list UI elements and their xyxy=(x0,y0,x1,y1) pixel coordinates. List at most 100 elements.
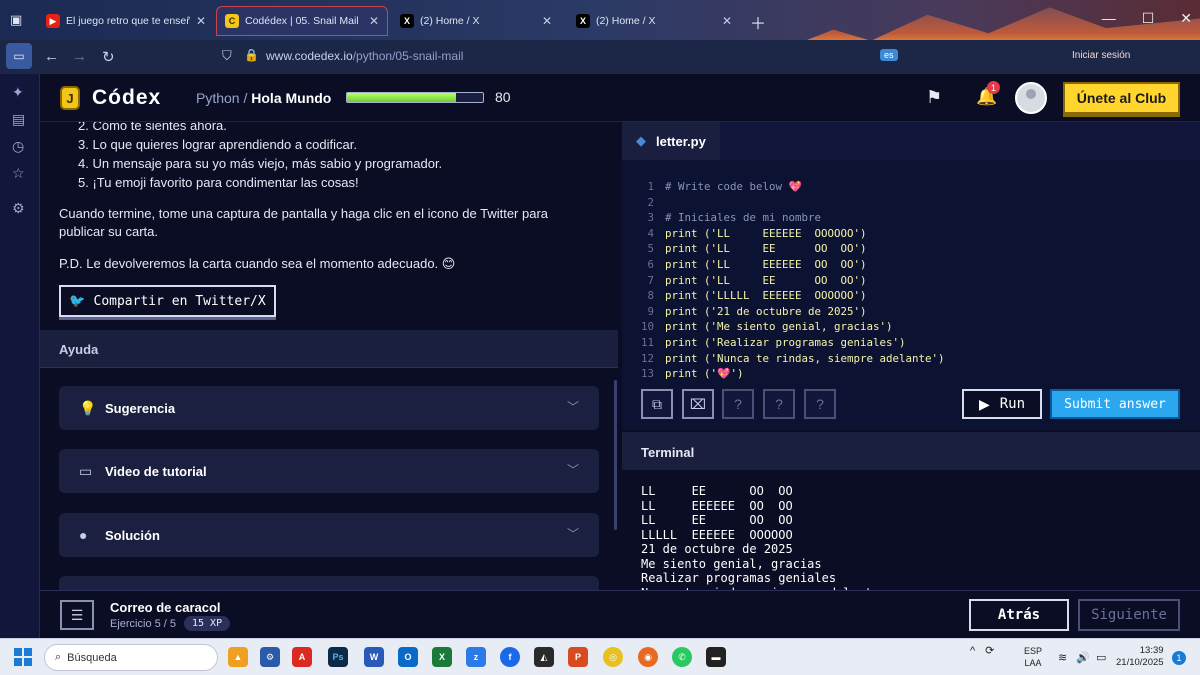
accordion-more[interactable] xyxy=(59,576,599,590)
settings-app-icon[interactable]: ⚙ xyxy=(260,647,280,667)
question-icon: ? xyxy=(775,396,783,412)
file-tab[interactable]: ◆ letter.py xyxy=(622,122,720,160)
code-line: 6 print ('LL EEEEEE OO OO') xyxy=(636,257,945,273)
clock[interactable]: 13:39 21/10/2025 xyxy=(1116,645,1164,669)
new-tab-icon[interactable]: ＋ xyxy=(750,10,766,34)
lang-code: ESP xyxy=(1024,646,1043,656)
vlc-icon[interactable]: ▲ xyxy=(228,647,248,667)
excel-icon[interactable]: X xyxy=(432,647,452,667)
next-button[interactable]: Siguiente xyxy=(1078,599,1180,631)
code-line: 8 print ('LLLLL EEEEEE OOOOOO') xyxy=(636,288,945,304)
code-text: print ('LLLLL EEEEEE OOOOOO') xyxy=(665,289,867,303)
run-button[interactable]: ▶ Run xyxy=(962,389,1042,419)
code-text: # Write code below 💖 xyxy=(665,180,802,193)
notification-center-badge[interactable]: 1 xyxy=(1172,651,1186,665)
shield-icon[interactable]: ⛉ xyxy=(222,48,232,64)
breadcrumb-current: Hola Mundo xyxy=(251,90,332,106)
exercise-title: Correo de caracol xyxy=(110,600,221,615)
photoshop-icon[interactable]: Ps xyxy=(328,647,348,667)
tab-youtube[interactable]: ▶ El juego retro que te enseña a p ✕ xyxy=(38,6,214,36)
tab-x-home-2[interactable]: X (2) Home / X ✕ xyxy=(568,6,740,36)
whatsapp-icon[interactable]: ✆ xyxy=(672,647,692,667)
locked-button[interactable]: ? xyxy=(722,389,754,419)
word-icon[interactable]: W xyxy=(364,647,384,667)
submit-answer-button[interactable]: Submit answer xyxy=(1050,389,1180,419)
back-arrow-icon[interactable]: ← xyxy=(44,48,59,65)
run-label: Run xyxy=(999,396,1026,412)
share-twitter-button[interactable]: 🐦 Compartir en Twitter/X xyxy=(59,285,276,317)
close-icon[interactable]: ✕ xyxy=(722,14,732,28)
windows-start-icon[interactable] xyxy=(14,648,32,666)
exercise-list-button[interactable]: ☰ xyxy=(60,600,94,630)
line-number: 9 xyxy=(647,304,654,318)
accordion-solution[interactable]: ● Solución ﹀ xyxy=(59,513,599,557)
firefox-icon[interactable]: ◉ xyxy=(638,647,658,667)
code-lines: 1 # Write code below 💖 2 3 # Iniciales de mi… xyxy=(636,179,945,382)
tab-x-home[interactable]: X (2) Home / X ✕ xyxy=(392,6,560,36)
avatar[interactable] xyxy=(1015,82,1047,114)
sidebar-toggle-icon[interactable]: ▭ xyxy=(6,43,32,69)
lesson-paragraph: Cuando termine, tome una captura de pant… xyxy=(59,206,549,239)
breadcrumb-course[interactable]: Python xyxy=(196,90,240,106)
accordion-hint[interactable]: 💡 Sugerencia ﹀ xyxy=(59,386,599,430)
clock-date: 21/10/2025 xyxy=(1116,657,1164,668)
settings-gear-icon[interactable]: ⚙ xyxy=(12,200,25,217)
forward-arrow-icon[interactable]: → xyxy=(72,48,87,65)
translate-badge[interactable]: es xyxy=(880,49,898,61)
zoom-icon[interactable]: z xyxy=(466,647,486,667)
tab-codedex[interactable]: C Codédex | 05. Snail Mail ✕ xyxy=(216,6,388,36)
minimize-icon[interactable]: — xyxy=(1102,10,1116,27)
line-number: 1 xyxy=(647,180,654,193)
close-icon[interactable]: ✕ xyxy=(369,14,379,28)
terminal-app-icon[interactable]: ▬ xyxy=(706,647,726,667)
play-icon: ▶ xyxy=(978,395,990,412)
input-language[interactable]: ESP LAA xyxy=(1024,645,1042,669)
sync-icon[interactable]: ⟳ xyxy=(985,644,994,657)
github-icon: ● xyxy=(79,527,88,543)
collections-icon[interactable]: ▤ xyxy=(12,111,25,128)
close-icon[interactable]: ✕ xyxy=(542,14,552,28)
address-bar[interactable]: www.codedex.io/python/05-snail-mail xyxy=(266,49,463,63)
battery-icon[interactable]: ▭ xyxy=(1096,651,1106,664)
chevron-down-icon: ﹀ xyxy=(566,527,579,541)
wifi-icon[interactable]: ≋ xyxy=(1058,651,1067,664)
python-icon: ◆ xyxy=(636,133,646,148)
close-icon[interactable]: ✕ xyxy=(196,14,206,28)
code-text: print ('Realizar programas geniales') xyxy=(665,335,906,349)
affinity-icon[interactable]: ◭ xyxy=(534,647,554,667)
chrome-icon[interactable]: ◎ xyxy=(603,647,623,667)
reload-icon[interactable]: ↻ xyxy=(102,48,115,66)
tab-title: (2) Home / X xyxy=(420,15,480,27)
outlook-icon[interactable]: O xyxy=(398,647,418,667)
back-button[interactable]: Atrás xyxy=(969,599,1069,631)
join-club-button[interactable]: Únete al Club xyxy=(1063,82,1180,114)
favorites-icon[interactable]: ☆ xyxy=(12,165,25,182)
tab-actions-icon[interactable]: ▣ xyxy=(10,12,22,28)
powerpoint-icon[interactable]: P xyxy=(568,647,588,667)
logo[interactable]: Códex xyxy=(92,86,161,110)
help-body: 💡 Sugerencia ﹀ ▭ Video de tutorial ﹀ ● S… xyxy=(40,368,618,590)
screenshot-button[interactable]: ⌧ xyxy=(682,389,714,419)
accordion-video[interactable]: ▭ Video de tutorial ﹀ xyxy=(59,449,599,493)
history-icon[interactable]: ◷ xyxy=(12,138,24,155)
copy-button[interactable]: ⧉ xyxy=(641,389,673,419)
locked-button[interactable]: ? xyxy=(763,389,795,419)
breadcrumb: Python / Hola Mundo xyxy=(196,90,331,106)
copilot-icon[interactable]: ✦ xyxy=(12,84,24,101)
scrollbar[interactable] xyxy=(614,380,617,530)
acrobat-icon[interactable]: A xyxy=(292,647,312,667)
locked-button[interactable]: ? xyxy=(804,389,836,419)
signin-link[interactable]: Iniciar sesión xyxy=(1072,50,1130,61)
maximize-icon[interactable]: ☐ xyxy=(1142,10,1155,27)
facebook-icon[interactable]: f xyxy=(500,647,520,667)
chevron-up-icon[interactable]: ^ xyxy=(970,645,975,657)
flag-icon[interactable]: ⚑ xyxy=(926,87,942,108)
tab-title: (2) Home / X xyxy=(596,15,656,27)
copy-icon: ⧉ xyxy=(652,395,662,412)
lock-icon[interactable]: 🔒 xyxy=(244,48,259,62)
line-number: 8 xyxy=(647,289,654,303)
lightbulb-icon: 💡 xyxy=(79,399,97,416)
taskbar-search[interactable]: ⌕ Búsqueda xyxy=(44,644,218,671)
volume-icon[interactable]: 🔊 xyxy=(1076,651,1090,664)
close-window-icon[interactable]: ✕ xyxy=(1180,10,1192,27)
